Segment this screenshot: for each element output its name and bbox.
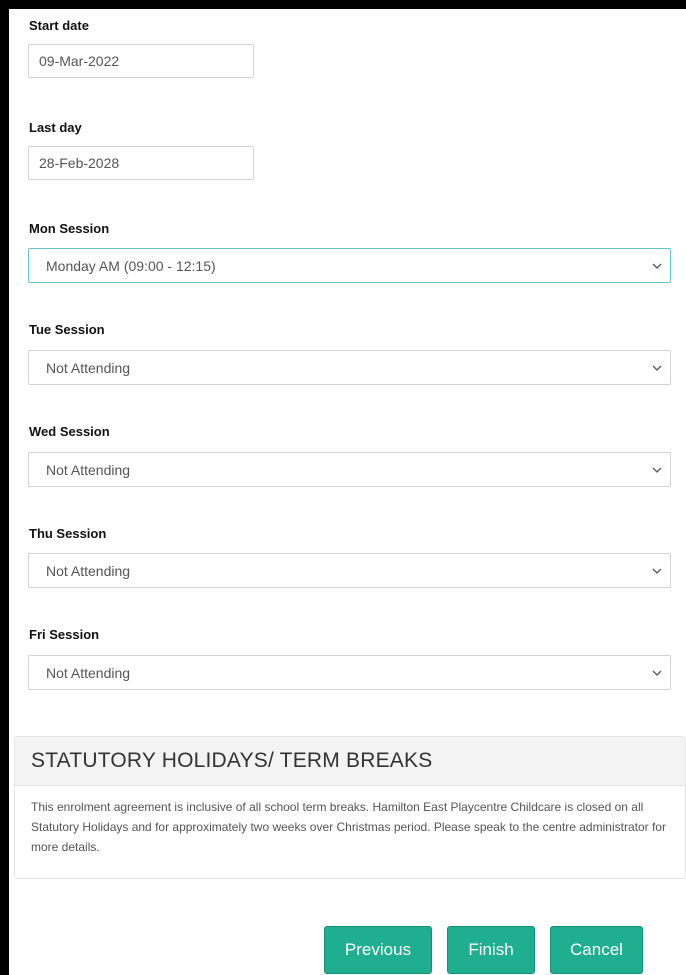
- mon-session-select[interactable]: Monday AM (09:00 - 12:15): [28, 248, 671, 283]
- tue-session-value: Not Attending: [46, 359, 131, 376]
- thu-session-value: Not Attending: [46, 562, 131, 579]
- enrolment-form: Start date Last day Mon Session Monday A…: [9, 9, 686, 975]
- panel-title: STATUTORY HOLIDAYS/ TERM BREAKS: [15, 737, 685, 786]
- chevron-down-icon: [650, 666, 664, 680]
- chevron-down-icon: [650, 564, 664, 578]
- statutory-holidays-panel: STATUTORY HOLIDAYS/ TERM BREAKS This enr…: [14, 736, 686, 879]
- start-date-label: Start date: [29, 18, 89, 33]
- cancel-button[interactable]: Cancel: [550, 926, 643, 974]
- previous-button[interactable]: Previous: [324, 926, 432, 974]
- mon-session-value: Monday AM (09:00 - 12:15): [46, 257, 216, 274]
- last-day-label: Last day: [29, 120, 82, 135]
- wed-session-value: Not Attending: [46, 461, 131, 478]
- thu-session-select[interactable]: Not Attending: [28, 553, 671, 588]
- panel-body-text: This enrolment agreement is inclusive of…: [31, 800, 666, 854]
- fri-session-select[interactable]: Not Attending: [28, 655, 671, 690]
- fri-session-value: Not Attending: [46, 664, 131, 681]
- tue-session-label: Tue Session: [29, 322, 105, 337]
- last-day-input[interactable]: [28, 146, 254, 180]
- thu-session-label: Thu Session: [29, 526, 107, 541]
- mon-session-label: Mon Session: [29, 221, 110, 236]
- finish-button[interactable]: Finish: [447, 926, 535, 974]
- start-date-input[interactable]: [28, 44, 254, 78]
- wed-session-label: Wed Session: [29, 424, 110, 439]
- chevron-down-icon: [650, 361, 664, 375]
- chevron-down-icon: [650, 259, 664, 273]
- tue-session-select[interactable]: Not Attending: [28, 350, 671, 385]
- fri-session-label: Fri Session: [29, 627, 100, 642]
- chevron-down-icon: [650, 463, 664, 477]
- wed-session-select[interactable]: Not Attending: [28, 452, 671, 487]
